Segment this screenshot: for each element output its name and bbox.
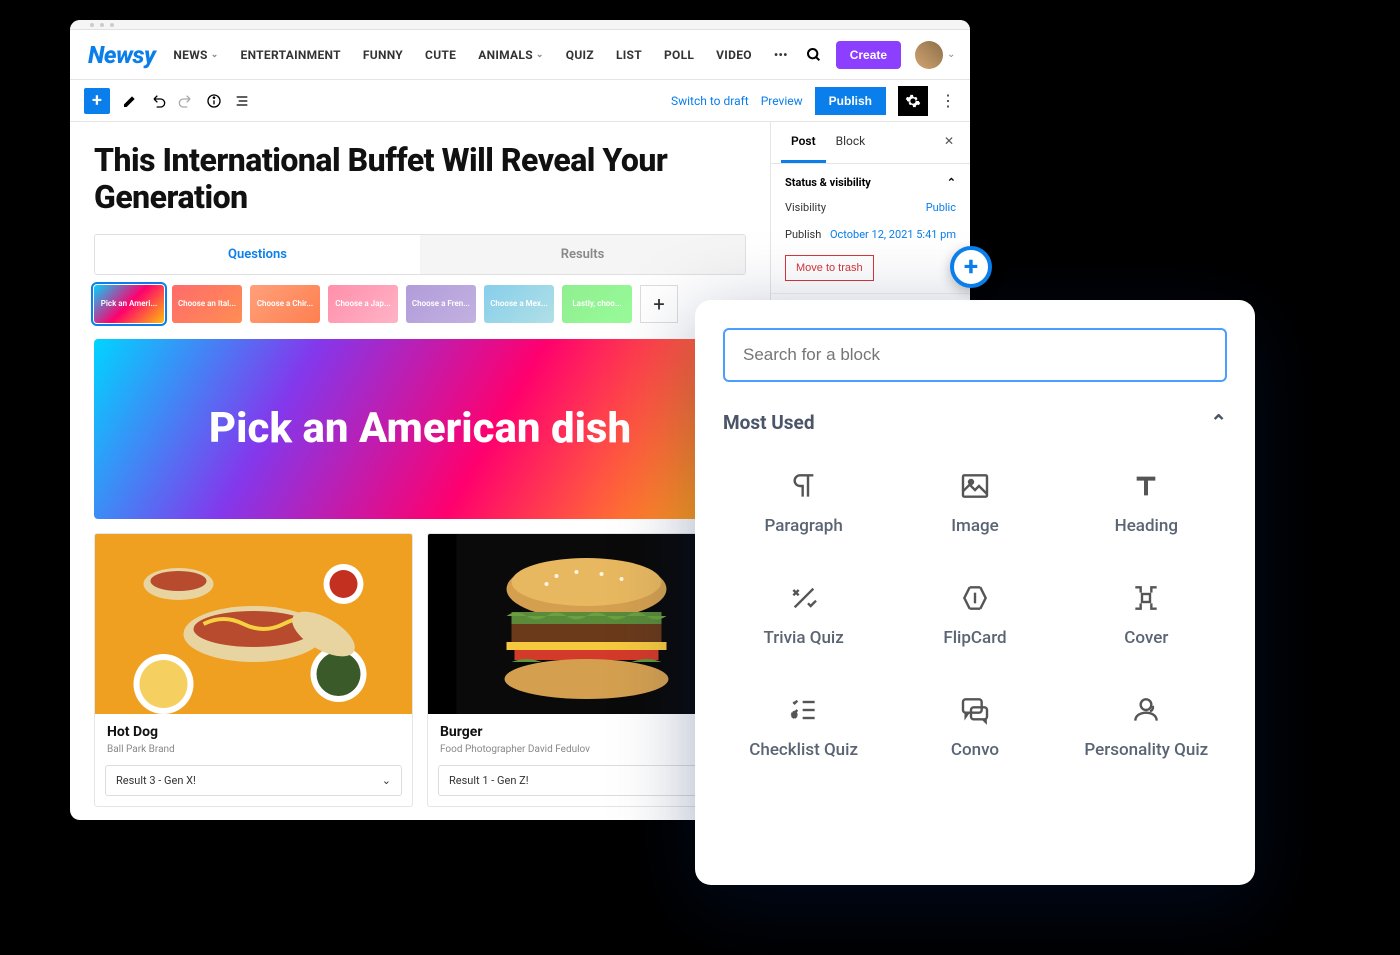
window-chrome (70, 20, 970, 30)
editor-toolbar: + Switch to draft Preview Publish ⋮ (70, 80, 970, 122)
block-heading[interactable]: Heading (1066, 452, 1227, 554)
answer-credit: Ball Park Brand (95, 744, 412, 765)
editor-tabs: Questions Results (94, 234, 746, 275)
outline-icon[interactable] (234, 93, 250, 109)
inserter-section-title: Most Used (723, 411, 815, 434)
answer-image-hotdog (95, 534, 412, 714)
settings-button[interactable] (898, 86, 928, 116)
nav-poll[interactable]: POLL (664, 48, 694, 62)
block-personality-quiz[interactable]: Personality Quiz (1066, 676, 1227, 778)
convo-icon (959, 694, 991, 726)
tab-results[interactable]: Results (420, 235, 745, 274)
search-block-input[interactable] (723, 328, 1227, 382)
nav-links: NEWS⌄ ENTERTAINMENT FUNNY CUTE ANIMALS⌄ … (173, 48, 787, 62)
close-sidebar-button[interactable]: ✕ (938, 122, 960, 163)
visibility-value[interactable]: Public (926, 201, 956, 214)
publish-button[interactable]: Publish (815, 87, 886, 115)
plus-icon: + (964, 254, 978, 280)
top-nav: Newsy NEWS⌄ ENTERTAINMENT FUNNY CUTE ANI… (70, 30, 970, 80)
chevron-up-icon: ⌃ (947, 176, 956, 189)
publish-label: Publish (785, 228, 821, 241)
chevron-down-icon: ⌄ (211, 50, 219, 60)
flipcard-icon (959, 582, 991, 614)
checklist-icon: * (788, 694, 820, 726)
answers-row: Hot Dog Ball Park Brand Result 3 - Gen X… (94, 533, 746, 807)
create-button[interactable]: Create (836, 41, 901, 69)
chevron-up-icon[interactable]: ⌃ (1210, 410, 1227, 434)
answer-card-hotdog[interactable]: Hot Dog Ball Park Brand Result 3 - Gen X… (94, 533, 413, 807)
move-to-trash-button[interactable]: Move to trash (785, 255, 874, 281)
sidebar-tab-block[interactable]: Block (826, 122, 876, 163)
edit-icon[interactable] (122, 93, 138, 109)
post-title[interactable]: This International Buffet Will Reveal Yo… (94, 142, 746, 216)
nav-video[interactable]: VIDEO (716, 48, 752, 62)
cover-icon (1130, 582, 1162, 614)
paragraph-icon (788, 470, 820, 502)
question-thumb-7[interactable]: Lastly, choo... (562, 285, 632, 323)
visibility-label: Visibility (785, 201, 826, 214)
redo-icon[interactable] (178, 93, 194, 109)
block-grid: Paragraph Image Heading Trivia Quiz Flip… (723, 452, 1227, 778)
block-trivia-quiz[interactable]: Trivia Quiz (723, 564, 884, 666)
avatar (915, 41, 943, 69)
nav-entertainment[interactable]: ENTERTAINMENT (241, 48, 341, 62)
nav-animals[interactable]: ANIMALS⌄ (478, 48, 544, 62)
question-thumb-6[interactable]: Choose a Mex... (484, 285, 554, 323)
nav-list[interactable]: LIST (616, 48, 642, 62)
block-cover[interactable]: Cover (1066, 564, 1227, 666)
question-thumb-4[interactable]: Choose a Jap... (328, 285, 398, 323)
more-options-button[interactable]: ⋮ (940, 91, 956, 110)
main-editor: This International Buffet Will Reveal Yo… (70, 122, 770, 820)
question-thumb-1[interactable]: Pick an Ameri... (94, 285, 164, 323)
section-status-visibility[interactable]: Status & visibility ⌃ (785, 176, 956, 189)
tab-questions[interactable]: Questions (95, 235, 420, 274)
chevron-down-icon: ⌄ (947, 49, 955, 60)
block-convo[interactable]: Convo (894, 676, 1055, 778)
nav-funny[interactable]: FUNNY (363, 48, 403, 62)
answer-title: Hot Dog (95, 714, 412, 744)
block-image[interactable]: Image (894, 452, 1055, 554)
nav-cute[interactable]: CUTE (425, 48, 456, 62)
block-paragraph[interactable]: Paragraph (723, 452, 884, 554)
add-block-button[interactable]: + (84, 88, 110, 114)
block-checklist-quiz[interactable]: * Checklist Quiz (723, 676, 884, 778)
question-hero[interactable]: Pick an American dish (94, 339, 746, 519)
question-hero-text: Pick an American dish (209, 406, 631, 452)
svg-text:*: * (792, 711, 797, 724)
nav-news[interactable]: NEWS⌄ (173, 48, 218, 62)
user-menu[interactable]: ⌄ (915, 41, 955, 69)
image-icon (959, 470, 991, 502)
info-icon[interactable] (206, 93, 222, 109)
answer-result-select[interactable]: Result 1 - Gen Z!⌄ (438, 765, 735, 796)
sidebar-tab-post[interactable]: Post (781, 122, 826, 163)
nav-more[interactable]: ••• (774, 48, 788, 62)
chevron-down-icon: ⌄ (382, 774, 391, 787)
add-question-button[interactable]: + (640, 285, 678, 323)
personality-icon (1130, 694, 1162, 726)
switch-draft-link[interactable]: Switch to draft (671, 94, 749, 108)
answer-result-select[interactable]: Result 3 - Gen X!⌄ (105, 765, 402, 796)
chevron-down-icon: ⌄ (536, 50, 544, 60)
gear-icon (905, 93, 921, 109)
publish-value[interactable]: October 12, 2021 5:41 pm (830, 228, 956, 241)
search-icon[interactable] (806, 47, 822, 63)
question-thumb-5[interactable]: Choose a Fren... (406, 285, 476, 323)
block-inserter-panel: Most Used ⌃ Paragraph Image Heading Triv… (695, 300, 1255, 885)
question-thumb-2[interactable]: Choose an Ital... (172, 285, 242, 323)
question-thumb-3[interactable]: Choose a Chir... (250, 285, 320, 323)
nav-quiz[interactable]: QUIZ (566, 48, 594, 62)
block-inserter-fab[interactable]: + (950, 246, 992, 288)
undo-icon[interactable] (150, 93, 166, 109)
heading-icon (1130, 470, 1162, 502)
trivia-icon (788, 582, 820, 614)
question-thumbs: Pick an Ameri... Choose an Ital... Choos… (94, 285, 746, 323)
block-flipcard[interactable]: FlipCard (894, 564, 1055, 666)
preview-link[interactable]: Preview (761, 94, 803, 108)
logo[interactable]: Newsy (88, 41, 155, 69)
